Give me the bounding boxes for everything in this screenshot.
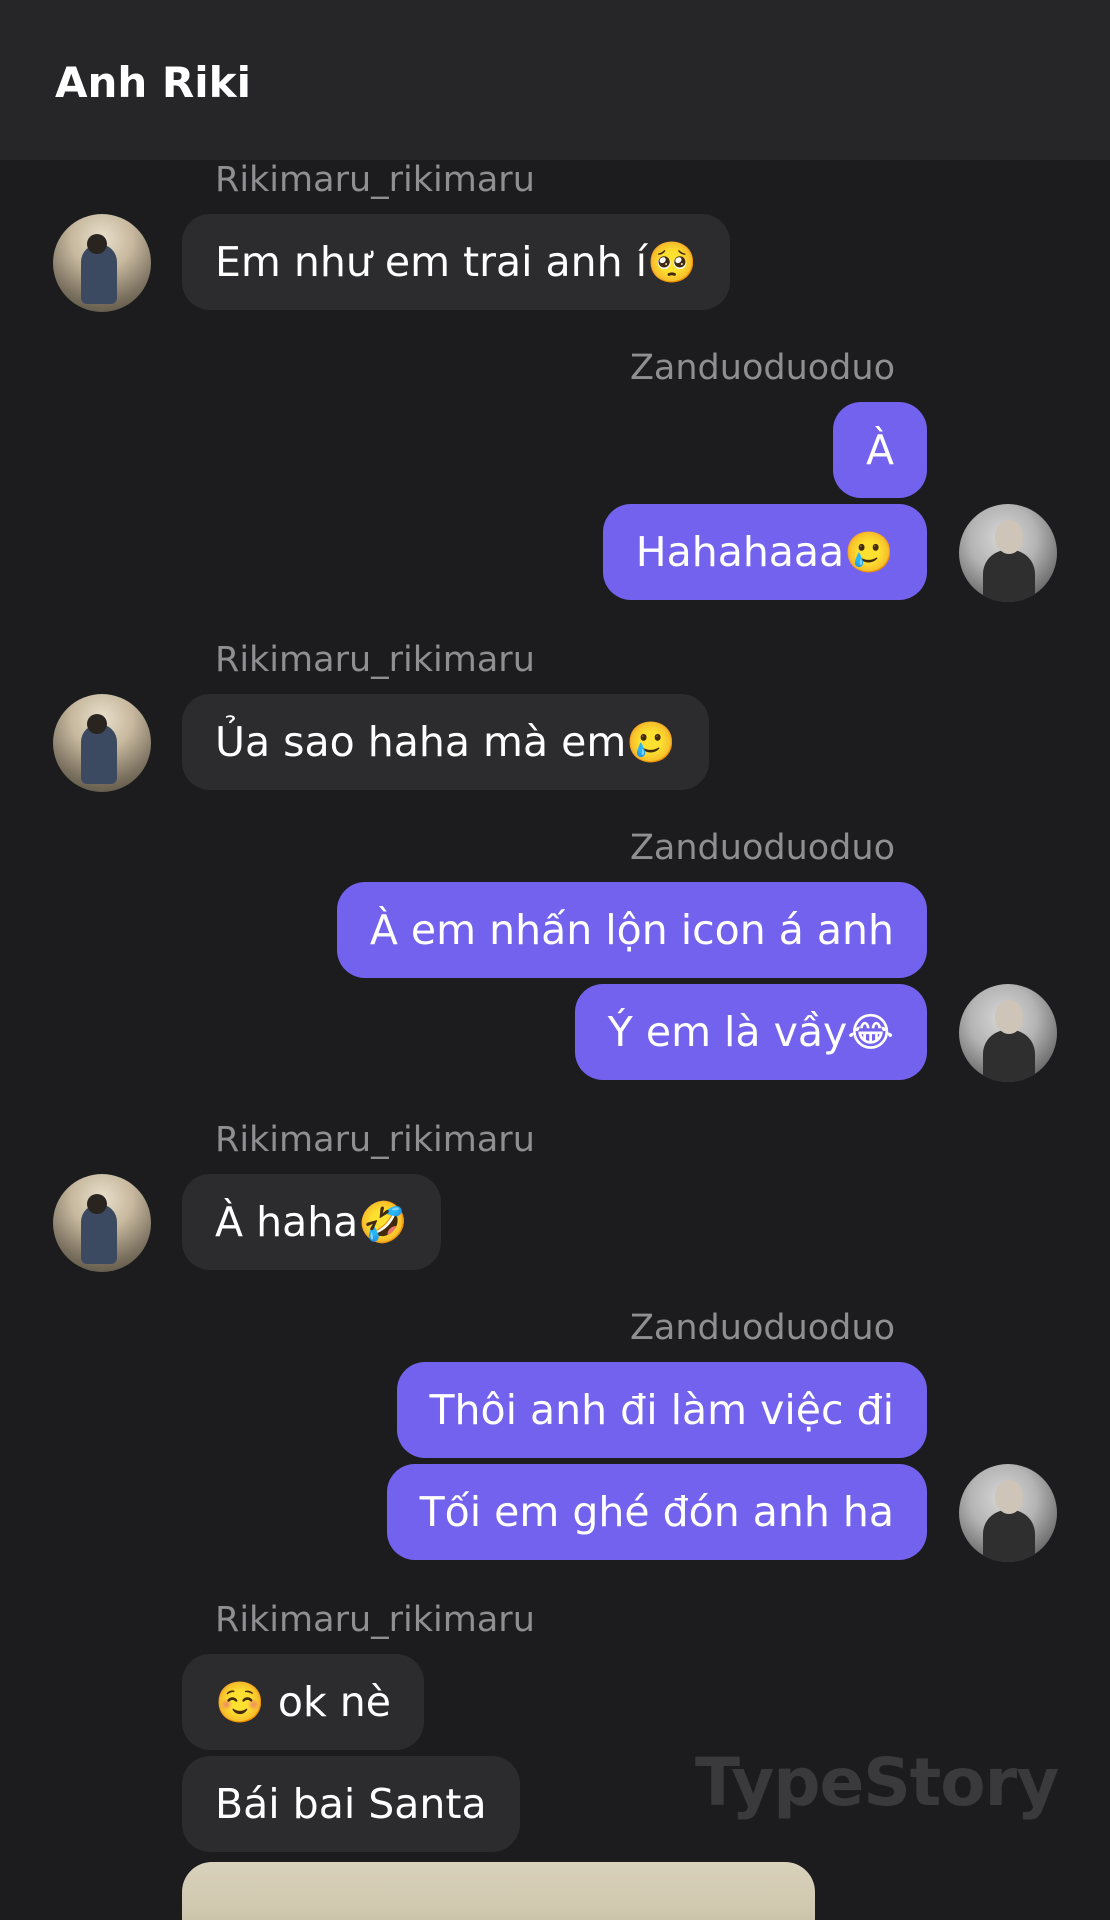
- sender-name: Rikimaru_rikimaru: [215, 1120, 535, 1160]
- message-text: À haha: [215, 1198, 359, 1246]
- message-text: Ủa sao haha mà em: [215, 718, 627, 766]
- sender-name: Rikimaru_rikimaru: [215, 1600, 535, 1640]
- message-text: Tối em ghé đón anh ha: [419, 1488, 894, 1536]
- sender-name: Zanduoduoduo: [629, 828, 895, 868]
- user-avatar[interactable]: [959, 1464, 1057, 1562]
- contact-avatar[interactable]: [53, 694, 151, 792]
- message-text: Ý em là vầy: [607, 1008, 848, 1056]
- message-bubble-outgoing[interactable]: Thôi anh đi làm việc đi: [396, 1362, 927, 1458]
- emoji-smile-tear-icon: 🥲: [626, 720, 677, 766]
- message-bubble-outgoing[interactable]: Hahahaaa🥲: [602, 504, 927, 600]
- message-bubble-outgoing[interactable]: À em nhấn lộn icon á anh: [336, 882, 927, 978]
- user-avatar[interactable]: [959, 504, 1057, 602]
- contact-avatar[interactable]: [53, 1174, 151, 1272]
- sender-name: Rikimaru_rikimaru: [215, 640, 535, 680]
- emoji-smile-tear-icon: 🥲: [844, 530, 894, 576]
- message-bubble-incoming[interactable]: Bái bai Santa: [182, 1756, 520, 1852]
- message-text: À em nhấn lộn icon á anh: [369, 906, 894, 954]
- message-text: Thôi anh đi làm việc đi: [429, 1386, 894, 1434]
- emoji-smiling-blush-icon: ☺️: [215, 1680, 265, 1726]
- message-bubble-incoming[interactable]: ☺️ ok nè: [182, 1654, 424, 1750]
- sender-name: Rikimaru_rikimaru: [215, 160, 535, 200]
- message-text: Bái bai Santa: [215, 1780, 487, 1828]
- message-bubble-outgoing[interactable]: Ý em là vầy😂: [574, 984, 927, 1080]
- chat-title: Anh Riki: [55, 58, 251, 107]
- message-bubble-outgoing[interactable]: Tối em ghé đón anh ha: [386, 1464, 927, 1560]
- contact-avatar[interactable]: [53, 214, 151, 312]
- user-avatar[interactable]: [959, 984, 1057, 1082]
- message-text: Hahahaaa: [635, 528, 845, 576]
- message-bubble-incoming[interactable]: À haha🤣: [182, 1174, 442, 1270]
- message-text: Em như em trai anh í: [215, 238, 648, 286]
- chat-screen: Anh Riki Rikimaru_rikimaru Em như em tra…: [0, 0, 1110, 1920]
- sender-name: Zanduoduoduo: [629, 1308, 895, 1348]
- emoji-pleading-icon: 🥺: [647, 240, 697, 286]
- message-bubble-incoming[interactable]: Em như em trai anh í🥺: [182, 214, 730, 310]
- message-text: ok nè: [277, 1678, 391, 1726]
- message-bubble-incoming[interactable]: Ủa sao haha mà em🥲: [182, 694, 710, 790]
- message-bubble-outgoing[interactable]: À: [832, 402, 927, 498]
- chat-header: Anh Riki: [0, 0, 1110, 160]
- emoji-rofl-icon: 🤣: [358, 1200, 409, 1246]
- message-text: À: [865, 426, 894, 474]
- watermark-logo: TypeStory: [695, 1744, 1059, 1821]
- image-message-preview[interactable]: [182, 1862, 815, 1920]
- sender-name: Zanduoduoduo: [629, 348, 895, 388]
- emoji-tears-of-joy-icon: 😂: [847, 1010, 894, 1056]
